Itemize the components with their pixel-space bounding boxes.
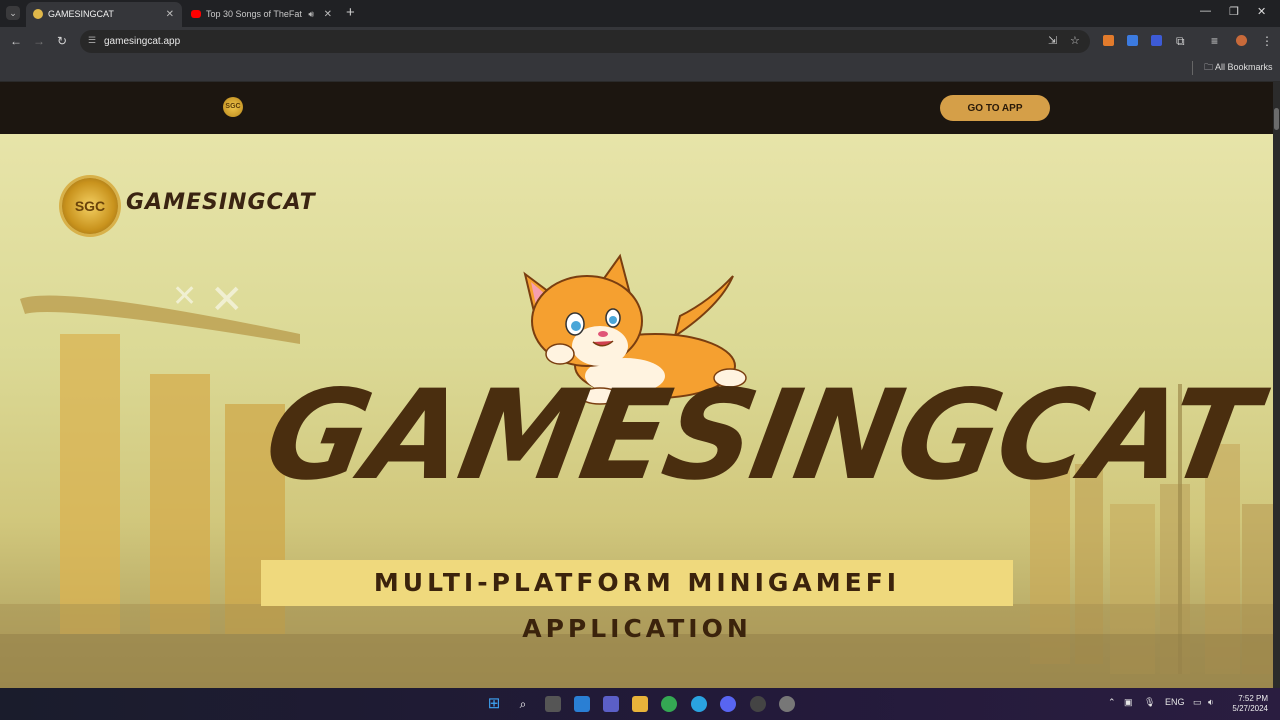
forward-icon[interactable]: → [33,34,45,48]
speaker-icon[interactable]: 🔊︎ [308,2,314,27]
minimize-icon[interactable]: — [1200,5,1211,17]
tab-gamesingcat[interactable]: GAMESINGCAT ✕ [26,2,182,27]
system-clock[interactable]: 7:52 PM 5/27/2024 [1226,694,1268,714]
hero-tagline-banner: MULTI-PLATFORM MINIGAMEFI APPLICATION [261,560,1013,643]
bookmarks-bar: 🗀 All Bookmarks [0,56,1280,82]
install-app-icon[interactable]: ⇲ [1048,34,1057,47]
tab-title: Top 30 Songs of TheFatRat [206,9,302,19]
close-window-icon[interactable]: ✕ [1257,5,1266,18]
extensions-puzzle-icon[interactable]: ⧉ [1176,34,1185,48]
back-icon[interactable]: ← [10,34,22,48]
media-controls-icon[interactable]: ≡ [1211,34,1218,48]
web-page: SGC GO TO APP SGC GAMESINGCAT ✕ ✕ GAMESI… [0,82,1273,688]
close-tab-icon[interactable]: ✕ [324,2,332,27]
clock-date: 5/27/2024 [1232,704,1268,713]
header-logo[interactable]: SGC [223,97,243,117]
extension-icon[interactable] [1151,35,1162,46]
browser-toolbar: ← → ↻ ☰ gamesingcat.app ⇲ ☆ ⧉ ≡ ⋮ [0,27,1280,56]
profile-avatar[interactable] [1236,35,1247,46]
telegram-icon[interactable] [691,696,707,712]
address-bar[interactable]: ☰ gamesingcat.app ⇲ ☆ [80,30,1090,53]
site-info-icon[interactable]: ☰ [88,35,96,46]
brand-name: GAMESINGCAT [126,190,316,215]
youtube-icon [191,10,201,18]
translate-extension-icon[interactable] [1127,35,1138,46]
decorative-x-icon: ✕ [172,280,198,313]
reload-icon[interactable]: ↻ [57,34,67,48]
task-view-icon[interactable] [545,696,561,712]
microphone-icon[interactable]: 🎙︎ [1144,697,1155,708]
divider [1192,61,1193,75]
tab-strip: ⌄ GAMESINGCAT ✕ Top 30 Songs of TheFatRa… [0,0,1280,27]
page-scrollbar[interactable] [1273,82,1280,688]
favicon-icon [33,9,43,19]
discord-icon[interactable] [720,696,736,712]
settings-gear-icon[interactable] [779,696,795,712]
decorative-x-icon: ✕ [210,278,244,322]
scrollbar-thumb[interactable] [1274,108,1279,130]
sgc-seal-logo: SGC [62,178,118,234]
maximize-icon[interactable]: ❐ [1229,5,1239,18]
menu-kebab-icon[interactable]: ⋮ [1261,34,1273,48]
go-to-app-button[interactable]: GO TO APP [940,95,1050,121]
bookmark-star-icon[interactable]: ☆ [1070,34,1080,47]
tab-title: GAMESINGCAT [48,9,114,19]
clock-time: 7:52 PM [1238,694,1268,703]
site-header: SGC GO TO APP [0,82,1273,134]
windows-start-icon[interactable]: ⊞ [486,696,502,712]
all-bookmarks-button[interactable]: 🗀 All Bookmarks [1204,56,1273,78]
hero-section: SGC GAMESINGCAT ✕ ✕ GAMESINGCAT MULTI-PL… [0,134,1273,688]
close-tab-icon[interactable]: ✕ [166,2,174,27]
volume-icon[interactable]: 🔉︎ [1208,697,1214,708]
teams-icon[interactable] [603,696,619,712]
hero-tagline: MULTI-PLATFORM MINIGAMEFI APPLICATION [373,568,901,643]
search-icon[interactable]: ⌕ [515,696,531,712]
widgets-icon[interactable] [574,696,590,712]
language-indicator[interactable]: ENG [1165,697,1185,707]
app-icon[interactable] [750,696,766,712]
tray-app-icon[interactable]: ▣ [1124,697,1133,708]
metamask-extension-icon[interactable] [1103,35,1114,46]
windows-taskbar: ⊞ ⌕ ⌃ ▣ 🎙︎ ENG ▭ 🔉︎ 7:52 PM 5/27/2024 [0,688,1280,720]
seal-text: SGC [74,198,106,214]
tray-chevron-icon[interactable]: ⌃ [1108,697,1116,708]
file-explorer-icon[interactable] [632,696,648,712]
chrome-icon[interactable] [661,696,677,712]
all-bookmarks-label: All Bookmarks [1215,62,1273,72]
network-icon[interactable]: ▭ [1193,697,1202,708]
hero-title: GAMESINGCAT [255,364,1266,508]
new-tab-button[interactable]: + [346,4,355,22]
tab-search-icon[interactable]: ⌄ [6,6,20,20]
tab-youtube[interactable]: Top 30 Songs of TheFatRat 🔊︎ ✕ [184,2,340,27]
url-text: gamesingcat.app [104,36,181,47]
